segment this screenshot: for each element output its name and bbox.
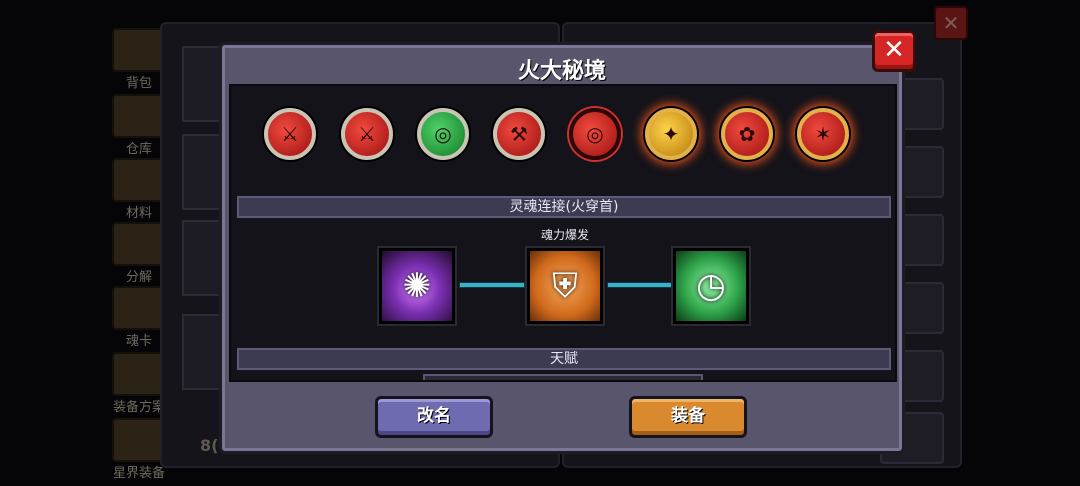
rename-button[interactable]: 改名 (375, 396, 493, 438)
ring-red-icon[interactable]: ◎ (569, 108, 621, 160)
attack-value: 8( (200, 436, 219, 455)
backpack-icon (112, 28, 166, 72)
axe-red-icon[interactable]: ⚒ (493, 108, 545, 160)
soul-card-purple-flame-icon[interactable]: ✺ (379, 248, 455, 324)
astral-equipment-icon (112, 418, 166, 462)
amulet-red-icon[interactable]: ⚔ (264, 108, 316, 160)
sidebar-item-label: 星界装备 (112, 466, 165, 481)
gem-gold-fire-icon[interactable]: ✦ (645, 108, 697, 160)
soul-link-connector (607, 282, 673, 288)
soul-link-connector (459, 282, 525, 288)
equip-button[interactable]: 装备 (629, 396, 747, 438)
background-close-button[interactable]: ✕ (934, 6, 968, 40)
equipment-card[interactable] (182, 314, 224, 390)
talent-panel (423, 374, 703, 380)
close-button[interactable]: ✕ (872, 30, 916, 72)
equipment-card[interactable] (182, 134, 224, 210)
rune-red-fire-icon[interactable]: ✿ (721, 108, 773, 160)
talent-header: 天赋 (237, 348, 891, 370)
materials-icon (112, 158, 166, 202)
equipment-icon-row: ⚔ ⚔ ◎ ⚒ ◎ ✦ ✿ ✶ (231, 86, 895, 186)
dialog-title: 火大秘境 (517, 59, 606, 84)
staff-red-fire-icon[interactable]: ✶ (797, 108, 849, 160)
chest-icon (112, 94, 166, 138)
equipment-card[interactable] (182, 220, 224, 296)
decompose-icon (112, 222, 166, 266)
soul-card-shield-bow-icon[interactable]: ⛨ (527, 248, 603, 324)
ring-green-icon[interactable]: ◎ (417, 108, 469, 160)
equipment-plan-icon (112, 352, 166, 396)
sword-red-icon[interactable]: ⚔ (341, 108, 393, 160)
soul-card-clock-icon[interactable]: ◷ (673, 248, 749, 324)
dialog-content: ⚔ ⚔ ◎ ⚒ ◎ ✦ ✿ ✶ 灵魂连接(火穿首) 魂力爆发 ✺ ⛨ ◷ 天赋 (229, 84, 897, 382)
soul-link-header: 灵魂连接(火穿首) (237, 196, 891, 218)
soul-card-icon (112, 286, 166, 330)
soul-link-skill-name: 魂力爆发 (540, 228, 589, 242)
equipment-card[interactable] (182, 46, 224, 122)
